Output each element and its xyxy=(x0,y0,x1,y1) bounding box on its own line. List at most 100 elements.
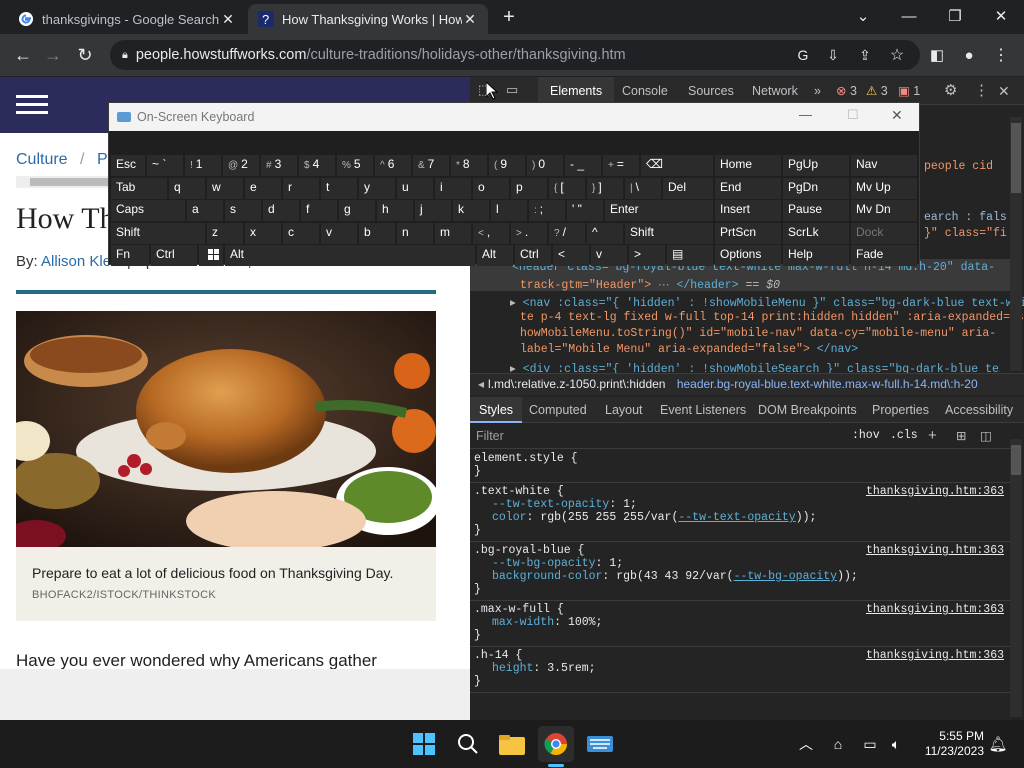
osk-key-up[interactable]: ^ xyxy=(587,223,623,244)
osk-key-k4[interactable]: $4 xyxy=(299,155,335,176)
osk-key-comma[interactable]: <, xyxy=(473,223,509,244)
styles-filter-input[interactable]: Filter xyxy=(476,425,504,447)
tab-network[interactable]: Network xyxy=(752,77,798,105)
osk-key-k8[interactable]: * 8 xyxy=(451,155,487,176)
osk-key-slash[interactable]: ? / xyxy=(549,223,585,244)
osk-key-menu[interactable]: ▤ xyxy=(667,245,713,266)
osk-key-del[interactable]: Del xyxy=(663,178,713,199)
system-clock[interactable]: 5:55 PM 11/23/2023 xyxy=(925,729,984,759)
tab-console[interactable]: Console xyxy=(622,77,668,105)
dom-crumb-selected[interactable]: header.bg-royal-blue.text-white.max-w-fu… xyxy=(677,377,978,391)
css-declaration[interactable]: height: 3.5rem; xyxy=(474,662,1004,675)
osk-key-semi[interactable]: :; xyxy=(529,200,565,221)
close-devtools-icon[interactable]: ✕ xyxy=(998,77,1010,105)
css-source-link[interactable]: thanksgiving.htm:363 xyxy=(866,485,1004,498)
osk-key-shift[interactable]: Shift xyxy=(111,223,205,244)
osk-key-k9[interactable]: (9 xyxy=(489,155,525,176)
osk-key-options[interactable]: Options xyxy=(715,245,781,266)
osk-key-o[interactable]: o xyxy=(473,178,509,199)
osk-key-rbr[interactable]: }] xyxy=(587,178,623,199)
osk-key-w[interactable]: w xyxy=(207,178,243,199)
osk-key-a[interactable]: a xyxy=(187,200,223,221)
osk-key-bksp[interactable]: ⌫ xyxy=(641,155,713,176)
osk-key-k1[interactable]: ! 1 xyxy=(185,155,221,176)
style-rule[interactable]: .bg-royal-blue {thanksgiving.htm:363 --tw… xyxy=(470,542,1010,601)
osk-key-m[interactable]: m xyxy=(435,223,471,244)
osk-key-l[interactable]: l xyxy=(491,200,527,221)
osk-key-tab[interactable]: Tab xyxy=(111,178,167,199)
google-lens-icon[interactable]: G xyxy=(790,42,816,68)
css-declaration[interactable]: --tw-text-opacity: 1; xyxy=(474,498,1004,511)
tab-properties[interactable]: Properties xyxy=(872,397,929,423)
tab-accessibility[interactable]: Accessibility xyxy=(945,397,1013,423)
osk-key-pgup[interactable]: PgUp xyxy=(783,155,849,176)
search-icon[interactable] xyxy=(450,726,486,762)
osk-key-c[interactable]: c xyxy=(283,223,319,244)
osk-key-k2[interactable]: @2 xyxy=(223,155,259,176)
css-declaration[interactable]: --tw-bg-opacity: 1; xyxy=(474,557,1004,570)
osk-key-home[interactable]: Home xyxy=(715,155,781,176)
css-declaration[interactable]: max-width: 100%; xyxy=(474,616,1004,629)
osk-key-k6[interactable]: ^ 6 xyxy=(375,155,411,176)
reload-icon[interactable]: ↻ xyxy=(72,42,98,68)
osk-key-x[interactable]: x xyxy=(245,223,281,244)
osk-key-ralt[interactable]: Alt xyxy=(477,245,513,266)
dom-crumb-parent[interactable]: l.md\:relative.z-1050.print\:hidden xyxy=(488,377,665,391)
osk-key-p[interactable]: p xyxy=(511,178,547,199)
osk-key-v[interactable]: v xyxy=(321,223,357,244)
profile-avatar-icon[interactable]: ● xyxy=(956,42,982,68)
cls-toggle[interactable]: .cls xyxy=(890,425,918,447)
osk-key-nav[interactable]: Nav xyxy=(851,155,917,176)
osk-key-caps[interactable]: Caps xyxy=(111,200,185,221)
osk-key-z[interactable]: z xyxy=(207,223,243,244)
osk-key-n[interactable]: n xyxy=(397,223,433,244)
css-variable-link[interactable]: --tw-text-opacity xyxy=(678,511,795,524)
close-tab-icon[interactable]: ✕ xyxy=(220,11,236,28)
osk-key-pause[interactable]: Pause xyxy=(783,200,849,221)
osk-key-help[interactable]: Help xyxy=(783,245,849,266)
osk-key-alt[interactable]: Alt xyxy=(225,245,475,266)
css-source-link[interactable]: thanksgiving.htm:363 xyxy=(866,603,1004,616)
network-icon[interactable]: ⌂ xyxy=(820,726,856,762)
osk-key-k7[interactable]: & 7 xyxy=(413,155,449,176)
tab-search-icon[interactable]: ⌄ xyxy=(840,0,886,32)
css-source-link[interactable]: thanksgiving.htm:363 xyxy=(866,649,1004,662)
osk-key-esc[interactable]: Esc xyxy=(111,155,145,176)
chrome-icon[interactable] xyxy=(538,726,574,762)
new-tab-button[interactable]: + xyxy=(498,6,520,28)
osk-key-j[interactable]: j xyxy=(415,200,451,221)
tab-howstuffworks[interactable]: ? How Thanksgiving Works | HowS ✕ xyxy=(248,4,488,34)
osk-key-b[interactable]: b xyxy=(359,223,395,244)
close-tab-icon[interactable]: ✕ xyxy=(462,11,478,28)
osk-key-left[interactable]: < xyxy=(553,245,589,266)
osk-key-t[interactable]: t xyxy=(321,178,357,199)
back-icon[interactable]: ← xyxy=(10,42,36,68)
osk-key-enter[interactable]: Enter xyxy=(605,200,713,221)
osk-key-tilde[interactable]: ~ ` xyxy=(147,155,183,176)
osk-key-insert[interactable]: Insert xyxy=(715,200,781,221)
osk-key-ctrl[interactable]: Ctrl xyxy=(151,245,197,266)
elements-scrollbar[interactable] xyxy=(1010,117,1022,371)
file-explorer-icon[interactable] xyxy=(494,726,530,762)
osk-key-s[interactable]: s xyxy=(225,200,261,221)
osk-key-fade[interactable]: Fade xyxy=(851,245,917,266)
osk-key-end[interactable]: End xyxy=(715,178,781,199)
breadcrumb-culture[interactable]: Culture xyxy=(16,151,68,168)
osk-key-rshift[interactable]: Shift xyxy=(625,223,713,244)
osk-key-period[interactable]: >. xyxy=(511,223,547,244)
css-variable-link[interactable]: --tw-bg-opacity xyxy=(734,570,838,583)
osk-key-u[interactable]: u xyxy=(397,178,433,199)
styles-scrollbar[interactable] xyxy=(1010,439,1022,717)
css-declaration[interactable]: background-color: rgb(43 43 92/var(--tw-… xyxy=(474,570,1004,583)
tab-styles[interactable]: Styles xyxy=(470,397,523,423)
osk-key-h[interactable]: h xyxy=(377,200,413,221)
hov-toggle[interactable]: :hov xyxy=(852,425,880,447)
osk-key-minus[interactable]: - _ xyxy=(565,155,601,176)
tab-event-listeners[interactable]: Event Listeners xyxy=(660,397,746,423)
devtools-menu-icon[interactable]: ⋮ xyxy=(974,77,989,105)
osk-key-fn[interactable]: Fn xyxy=(111,245,149,266)
osk-key-r[interactable]: r xyxy=(283,178,319,199)
notification-bell-icon[interactable]: 🔔︎ xyxy=(980,726,1016,762)
on-screen-keyboard-app-icon[interactable] xyxy=(582,726,618,762)
osk-key-i[interactable]: i xyxy=(435,178,471,199)
